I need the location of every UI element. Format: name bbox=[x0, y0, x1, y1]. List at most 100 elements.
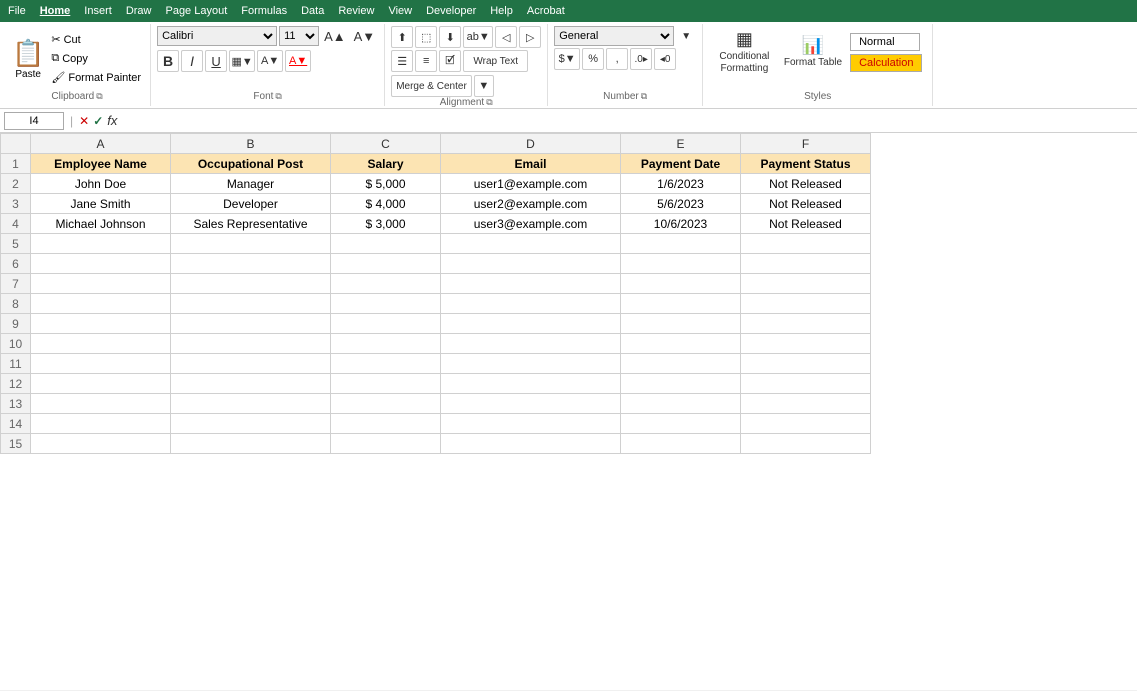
row-number[interactable]: 4 bbox=[1, 214, 31, 234]
merge-center-button[interactable]: Merge & Center bbox=[391, 75, 472, 97]
formula-confirm-button[interactable]: ✓ bbox=[93, 114, 103, 128]
table-cell[interactable] bbox=[621, 334, 741, 354]
font-color-button[interactable]: A▼ bbox=[285, 50, 311, 72]
table-cell[interactable] bbox=[331, 334, 441, 354]
menu-acrobat[interactable]: Acrobat bbox=[527, 5, 565, 17]
currency-button[interactable]: $▼ bbox=[554, 48, 580, 70]
table-cell[interactable]: 10/6/2023 bbox=[621, 214, 741, 234]
menu-developer[interactable]: Developer bbox=[426, 5, 476, 17]
formula-input[interactable] bbox=[121, 112, 1133, 130]
border-button[interactable]: ▦▼ bbox=[229, 50, 255, 72]
wrap-text-button[interactable]: Wrap Text bbox=[463, 50, 528, 72]
number-expand-icon[interactable]: ⧉ bbox=[641, 91, 647, 102]
table-cell[interactable] bbox=[331, 294, 441, 314]
table-cell[interactable] bbox=[171, 354, 331, 374]
table-cell[interactable] bbox=[741, 354, 871, 374]
table-cell[interactable] bbox=[331, 234, 441, 254]
table-cell[interactable] bbox=[741, 374, 871, 394]
table-cell[interactable]: Michael Johnson bbox=[31, 214, 171, 234]
menu-review[interactable]: Review bbox=[338, 5, 374, 17]
row-number[interactable]: 1 bbox=[1, 154, 31, 174]
table-cell[interactable]: Occupational Post bbox=[171, 154, 331, 174]
fill-color-button[interactable]: A▼ bbox=[257, 50, 283, 72]
table-cell[interactable] bbox=[741, 394, 871, 414]
row-number[interactable]: 13 bbox=[1, 394, 31, 414]
table-cell[interactable] bbox=[441, 274, 621, 294]
conditional-formatting-button[interactable]: ▦ Conditional Formatting bbox=[713, 26, 776, 78]
table-cell[interactable]: Sales Representative bbox=[171, 214, 331, 234]
table-cell[interactable]: Salary bbox=[331, 154, 441, 174]
table-cell[interactable] bbox=[741, 414, 871, 434]
table-cell[interactable]: Not Released bbox=[741, 174, 871, 194]
table-cell[interactable]: John Doe bbox=[31, 174, 171, 194]
decimal-increase-button[interactable]: .0▸ bbox=[630, 48, 652, 70]
col-header-D[interactable]: D bbox=[441, 134, 621, 154]
menu-file[interactable]: File bbox=[8, 5, 26, 17]
table-cell[interactable] bbox=[171, 434, 331, 454]
format-painter-button[interactable]: 🖌 Format Painter bbox=[48, 69, 144, 87]
table-cell[interactable] bbox=[331, 314, 441, 334]
menu-insert[interactable]: Insert bbox=[84, 5, 112, 17]
calculation-style-button[interactable]: Calculation bbox=[850, 54, 922, 72]
row-number[interactable]: 15 bbox=[1, 434, 31, 454]
table-cell[interactable] bbox=[171, 414, 331, 434]
font-expand-icon[interactable]: ⧉ bbox=[275, 91, 281, 102]
table-cell[interactable] bbox=[31, 314, 171, 334]
font-size-increase-button[interactable]: A▲ bbox=[321, 26, 349, 46]
table-cell[interactable] bbox=[31, 434, 171, 454]
menu-page-layout[interactable]: Page Layout bbox=[165, 5, 227, 17]
menu-data[interactable]: Data bbox=[301, 5, 324, 17]
table-cell[interactable]: user2@example.com bbox=[441, 194, 621, 214]
table-cell[interactable] bbox=[441, 434, 621, 454]
table-cell[interactable] bbox=[331, 274, 441, 294]
table-cell[interactable] bbox=[621, 434, 741, 454]
row-number[interactable]: 8 bbox=[1, 294, 31, 314]
table-cell[interactable]: user1@example.com bbox=[441, 174, 621, 194]
table-cell[interactable] bbox=[171, 314, 331, 334]
col-header-E[interactable]: E bbox=[621, 134, 741, 154]
table-cell[interactable] bbox=[31, 274, 171, 294]
row-number[interactable]: 7 bbox=[1, 274, 31, 294]
italic-button[interactable]: I bbox=[181, 50, 203, 72]
table-cell[interactable] bbox=[441, 334, 621, 354]
format-table-button[interactable]: 📊 Format Table bbox=[780, 26, 846, 78]
table-cell[interactable] bbox=[171, 374, 331, 394]
table-cell[interactable] bbox=[621, 234, 741, 254]
table-cell[interactable]: Not Released bbox=[741, 194, 871, 214]
table-cell[interactable] bbox=[31, 294, 171, 314]
menu-formulas[interactable]: Formulas bbox=[241, 5, 287, 17]
copy-button[interactable]: ⧉ Copy bbox=[48, 50, 144, 68]
paste-button[interactable]: 📋 Paste bbox=[10, 29, 46, 89]
table-cell[interactable] bbox=[331, 414, 441, 434]
table-cell[interactable] bbox=[31, 414, 171, 434]
table-cell[interactable]: Jane Smith bbox=[31, 194, 171, 214]
number-dropdown-button[interactable]: ▼ bbox=[676, 26, 696, 46]
font-size-select[interactable]: 11 bbox=[279, 26, 319, 46]
align-top-button[interactable]: ⬆ bbox=[391, 26, 413, 48]
menu-view[interactable]: View bbox=[388, 5, 412, 17]
table-cell[interactable] bbox=[621, 374, 741, 394]
normal-style-button[interactable]: Normal bbox=[850, 33, 920, 51]
table-cell[interactable] bbox=[741, 234, 871, 254]
table-cell[interactable] bbox=[621, 394, 741, 414]
table-cell[interactable]: Payment Status bbox=[741, 154, 871, 174]
table-cell[interactable]: 5/6/2023 bbox=[621, 194, 741, 214]
table-cell[interactable]: $ 4,000 bbox=[331, 194, 441, 214]
table-cell[interactable] bbox=[741, 254, 871, 274]
table-cell[interactable] bbox=[621, 274, 741, 294]
clipboard-expand-icon[interactable]: ⧉ bbox=[96, 91, 102, 102]
table-cell[interactable]: Email bbox=[441, 154, 621, 174]
row-number[interactable]: 6 bbox=[1, 254, 31, 274]
table-cell[interactable] bbox=[741, 294, 871, 314]
table-cell[interactable] bbox=[741, 274, 871, 294]
table-cell[interactable] bbox=[621, 294, 741, 314]
table-cell[interactable]: 1/6/2023 bbox=[621, 174, 741, 194]
font-name-select[interactable]: Calibri bbox=[157, 26, 277, 46]
table-cell[interactable]: $ 5,000 bbox=[331, 174, 441, 194]
decimal-decrease-button[interactable]: ◂0 bbox=[654, 48, 676, 70]
percent-button[interactable]: % bbox=[582, 48, 604, 70]
table-cell[interactable] bbox=[621, 414, 741, 434]
table-cell[interactable] bbox=[741, 334, 871, 354]
font-size-decrease-button[interactable]: A▼ bbox=[351, 26, 379, 46]
align-center-button[interactable]: ≡ bbox=[415, 50, 437, 72]
